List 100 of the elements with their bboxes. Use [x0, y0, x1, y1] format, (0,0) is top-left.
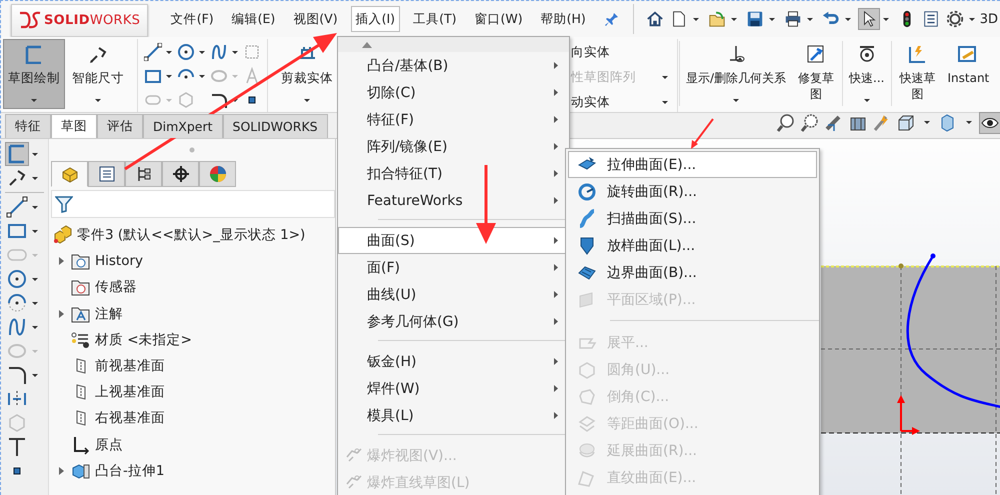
menu-item[interactable]: 模具(L) [338, 402, 569, 429]
open-folder-icon [706, 9, 727, 29]
grid-icon[interactable] [243, 43, 261, 61]
tree-item[interactable]: 凸台-拉伸1 [49, 458, 335, 484]
zoom-icon[interactable] [776, 112, 796, 132]
caret-icon[interactable] [166, 50, 172, 54]
zoom-area-icon[interactable] [800, 112, 820, 132]
menu-item[interactable]: 边界曲面(B)... [568, 259, 817, 286]
command-tab[interactable]: SOLIDWORKS [222, 114, 328, 138]
caret-icon[interactable] [232, 50, 238, 54]
caret-icon[interactable] [768, 18, 775, 20]
line-icon[interactable] [144, 43, 162, 61]
menu-item[interactable]: 阵列/镜像(E) [338, 133, 569, 160]
caret-icon[interactable] [32, 374, 38, 376]
menu-item[interactable]: 扫描曲面(S)... [568, 205, 817, 232]
handle-icon[interactable] [189, 147, 195, 153]
panel-tab[interactable] [162, 161, 199, 187]
caret-icon[interactable] [692, 18, 699, 20]
command-tab[interactable]: 草图 [51, 114, 97, 138]
tree-item[interactable]: 零件3 (默认<<默认>_显示状态 1>) [49, 222, 335, 248]
caret-icon[interactable] [924, 121, 930, 124]
caret-icon[interactable] [166, 74, 172, 78]
tree-item[interactable]: 上视基准面 [49, 379, 335, 406]
menu-item[interactable]: 凸台/基体(B) [338, 52, 569, 79]
line-icon [6, 196, 28, 218]
ribbon-button[interactable]: 草图绘制 [3, 39, 65, 109]
ribbon-button[interactable]: 显示/删除几何关系 [683, 39, 790, 109]
menu-item[interactable]: FeatureWorks [338, 187, 569, 214]
ribbon-button[interactable]: 剪裁实体 [278, 39, 336, 109]
panel-tab[interactable] [125, 161, 162, 187]
menu-item[interactable]: 切除(C) [338, 79, 569, 106]
menu-item[interactable]: 工具(T) [408, 6, 462, 32]
expand-icon[interactable] [58, 310, 64, 318]
caret-icon[interactable] [968, 18, 975, 20]
origin-icon [897, 395, 920, 435]
scroll-up-icon[interactable] [362, 42, 372, 48]
caret-icon[interactable] [662, 101, 668, 104]
menu-item[interactable]: 窗口(W) [469, 6, 528, 32]
command-tab[interactable]: DimXpert [143, 114, 223, 138]
tree-item[interactable]: 原点 [49, 432, 335, 458]
caret-icon[interactable] [31, 98, 37, 102]
ribbon-button[interactable]: 动实体 [570, 93, 673, 112]
tree-item[interactable]: 材质 <未指定> [49, 326, 335, 353]
expand-icon[interactable] [58, 257, 64, 266]
tree-item[interactable]: 右视基准面 [49, 405, 335, 432]
caret-icon[interactable] [966, 121, 972, 124]
caret-icon[interactable] [882, 18, 889, 20]
caret-icon[interactable] [95, 98, 101, 102]
menu-item[interactable]: 面(F) [338, 254, 569, 281]
caret-icon[interactable] [32, 230, 38, 232]
menu-item[interactable]: 编辑(E) [226, 6, 280, 32]
caret-icon[interactable] [32, 302, 38, 304]
expand-icon[interactable] [58, 466, 64, 475]
caret-icon[interactable] [806, 18, 813, 20]
ribbon-button[interactable]: 快速... [846, 39, 888, 109]
menu-item[interactable]: 帮助(H) [536, 6, 591, 32]
caret-icon[interactable] [232, 98, 238, 102]
hide-show-icon[interactable] [980, 112, 1000, 132]
tree-item[interactable]: 传感器 [49, 274, 335, 301]
ribbon-button[interactable]: 快速草图 [894, 39, 940, 112]
menu-item[interactable]: 插入(I) [350, 6, 400, 32]
menu-item[interactable]: 特征(F) [338, 106, 569, 133]
menu-item[interactable]: 视图(V) [288, 6, 343, 32]
menu-item[interactable]: 放样曲面(L)... [568, 232, 817, 259]
ribbon-button[interactable]: 修复草图 [793, 39, 840, 112]
view-orientation-icon[interactable] [896, 112, 916, 132]
caret-icon[interactable] [32, 278, 38, 280]
ribbon-button[interactable]: 智能尺寸 [69, 39, 127, 109]
rectangle-icon[interactable] [144, 67, 162, 85]
pin-icon[interactable] [604, 12, 619, 26]
command-tab[interactable]: 特征 [5, 114, 51, 138]
caret-icon[interactable] [730, 18, 737, 20]
caret-icon[interactable] [199, 50, 205, 54]
menu-item[interactable]: 拉伸曲面(E)... [568, 151, 817, 178]
ribbon-button[interactable]: 向实体 [570, 43, 673, 62]
ribbon-button[interactable]: Instant [944, 39, 992, 109]
tree-item[interactable]: 前视基准面 [49, 352, 335, 380]
menu-item[interactable]: 旋转曲面(R)... [568, 178, 817, 205]
tree-item[interactable]: History [49, 248, 335, 274]
filter-icon[interactable] [55, 195, 73, 213]
caret-icon[interactable] [844, 18, 851, 20]
circle-icon[interactable] [177, 43, 195, 61]
menu-item[interactable]: 扣合特征(T) [338, 160, 569, 187]
caret-icon[interactable] [32, 326, 38, 328]
menu-item[interactable]: 钣金(H) [338, 348, 569, 375]
menu-item[interactable]: 文件(F) [166, 6, 219, 32]
caret-icon[interactable] [733, 98, 740, 102]
caret-icon[interactable] [32, 152, 38, 156]
command-tab[interactable]: 评估 [97, 114, 143, 138]
tree-item[interactable]: 注解 [49, 300, 335, 327]
menu-item[interactable]: 参考几何体(G) [338, 308, 569, 335]
spline-icon[interactable] [210, 43, 228, 61]
panel-tab[interactable] [88, 161, 125, 187]
caret-icon[interactable] [864, 98, 870, 102]
menu-item[interactable]: 焊件(W) [338, 375, 569, 402]
caret-icon[interactable] [32, 176, 38, 180]
caret-icon[interactable] [32, 206, 38, 208]
caret-icon[interactable] [199, 74, 205, 78]
caret-icon[interactable] [304, 98, 310, 102]
menu-item[interactable]: 曲线(U) [338, 281, 569, 308]
